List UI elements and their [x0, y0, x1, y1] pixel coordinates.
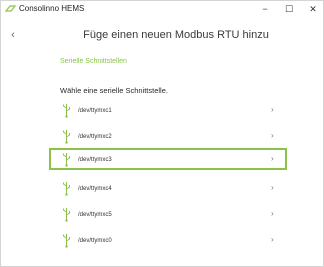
interface-item-ttymxc3[interactable]: /dev/ttymxc3 ›	[49, 148, 287, 170]
interface-label: /dev/ttymxc3	[78, 157, 112, 163]
usb-icon	[63, 153, 70, 167]
interface-label: /dev/ttymxc2	[78, 134, 112, 140]
interface-item-ttymxc5[interactable]: /dev/ttymxc5 ›	[49, 203, 287, 225]
app-window: Consolinno HEMS − ☐ ✕ ‹ Füge einen neuen…	[0, 0, 324, 267]
interface-item-ttymxc1[interactable]: /dev/ttymxc1 ›	[49, 99, 287, 121]
close-button[interactable]: ✕	[301, 1, 323, 17]
selection-prompt: Wähle eine serielle Schnittstelle.	[60, 86, 168, 95]
interface-label: /dev/ttymxc4	[78, 186, 112, 192]
chevron-right-icon: ›	[271, 209, 274, 218]
app-logo-icon	[5, 5, 16, 12]
interface-item-ttymxc4[interactable]: /dev/ttymxc4 ›	[49, 177, 287, 199]
section-title: Serielle Schnittstellen	[60, 58, 127, 65]
interface-item-ttymxc0[interactable]: /dev/ttymxc0 ›	[49, 229, 287, 251]
minimize-button[interactable]: −	[253, 1, 277, 17]
back-button[interactable]: ‹	[7, 28, 19, 42]
app-title: Consolinno HEMS	[19, 4, 85, 13]
usb-icon	[63, 208, 70, 222]
usb-icon	[63, 182, 70, 196]
usb-icon	[63, 104, 70, 118]
chevron-right-icon: ›	[271, 183, 274, 192]
chevron-right-icon: ›	[271, 154, 274, 163]
chevron-right-icon: ›	[271, 105, 274, 114]
interface-label: /dev/ttymxc1	[78, 108, 112, 114]
interface-item-ttymxc2[interactable]: /dev/ttymxc2 ›	[49, 125, 287, 147]
interface-label: /dev/ttymxc5	[78, 212, 112, 218]
maximize-button[interactable]: ☐	[277, 1, 301, 17]
interface-label: /dev/ttymxc0	[78, 238, 112, 244]
chevron-right-icon: ›	[271, 235, 274, 244]
page-header: ‹ Füge einen neuen Modbus RTU hinzu	[1, 23, 323, 47]
usb-icon	[63, 234, 70, 248]
title-bar: Consolinno HEMS − ☐ ✕	[1, 1, 323, 17]
page-title: Füge einen neuen Modbus RTU hinzu	[83, 29, 269, 41]
chevron-right-icon: ›	[271, 131, 274, 140]
usb-icon	[63, 130, 70, 144]
